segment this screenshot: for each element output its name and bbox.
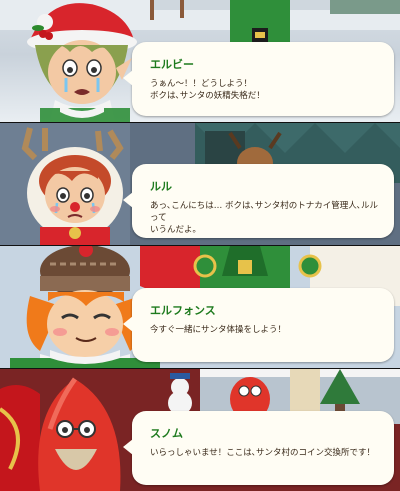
dialogue-line: あっ､こんにちは… ボクは､サンタ村のトナカイ管理人､ルルって [150, 201, 378, 223]
dialogue-line: 今すぐ一緒にサンタ体操をしよう！ [150, 325, 287, 335]
dialogue-panel-elby: エルビー うぁん～！！どうしよう！ ボクは､サンタの妖精失格だ！ [0, 0, 400, 122]
speech-bubble: ルル あっ､こんにちは… ボクは､サンタ村のトナカイ管理人､ルルって いうんだよ… [123, 164, 394, 238]
dialogue-line: いうんだよ｡ [150, 225, 197, 235]
speech-bubble: スノム いらっしゃいませ！ここは､サンタ村のコイン交換所です！ [123, 411, 394, 485]
dialogue-line: いらっしゃいませ！ここは､サンタ村のコイン交換所です！ [150, 448, 375, 458]
speaker-name: エルビー [150, 58, 194, 71]
dialogue-line: うぁん～！！どうしよう！ [150, 79, 253, 89]
speech-bubble-tail [123, 439, 133, 455]
speech-bubble-tail [123, 70, 133, 86]
speech-bubble: エルフォンス 今すぐ一緒にサンタ体操をしよう！ [123, 288, 394, 362]
speech-bubble: エルビー うぁん～！！どうしよう！ ボクは､サンタの妖精失格だ！ [123, 42, 394, 116]
dialogue-panel-lulu: ルル あっ､こんにちは… ボクは､サンタ村のトナカイ管理人､ルルって いうんだよ… [0, 123, 400, 245]
speaker-name: スノム [150, 427, 183, 440]
dialogue-panel-snom: スノム いらっしゃいませ！ここは､サンタ村のコイン交換所です！ [0, 369, 400, 491]
dialogue-line: ボクは､サンタの妖精失格だ！ [150, 91, 265, 101]
dialogue-panel-elfonse: エルフォンス 今すぐ一緒にサンタ体操をしよう！ [0, 246, 400, 368]
dialogue-comic: エルビー うぁん～！！どうしよう！ ボクは､サンタの妖精失格だ！ ルル あっ､こ… [0, 0, 400, 491]
speaker-name: エルフォンス [150, 304, 216, 317]
speaker-name: ルル [150, 180, 172, 193]
speech-bubble-tail [123, 192, 133, 208]
speech-bubble-tail [123, 316, 133, 332]
